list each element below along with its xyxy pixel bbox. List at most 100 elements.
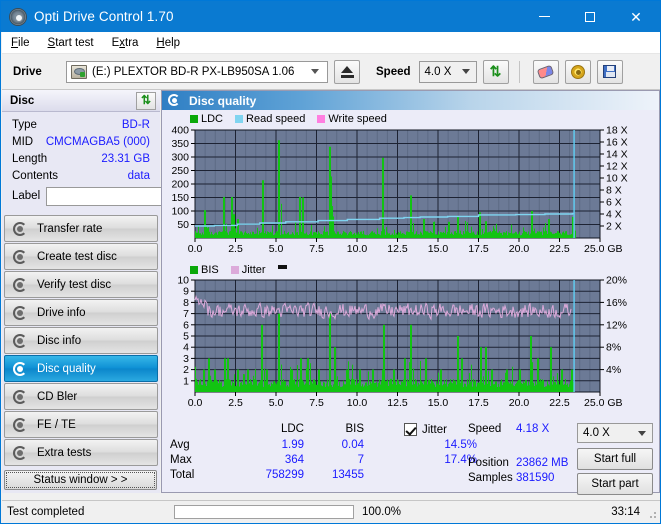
disc-icon [12,333,30,349]
svg-text:17.5: 17.5 [468,397,489,409]
svg-text:200: 200 [171,179,189,191]
svg-text:2: 2 [183,364,189,376]
sidebar-item-label: Disc quality [37,362,96,375]
resize-grip[interactable] [647,509,657,519]
svg-text:8%: 8% [606,342,621,354]
svg-text:20.0: 20.0 [509,243,530,255]
eject-button[interactable] [334,59,360,84]
minimize-button[interactable] [521,1,567,32]
position-value: 23862 MB [516,457,569,469]
sidebar-item-verify-test-disc[interactable]: Verify test disc [4,271,158,298]
maximize-button[interactable] [567,1,613,32]
drive-select[interactable]: (E:) PLEXTOR BD-R PX-LB950SA 1.06 [66,60,328,83]
chart1-canvas: 501001502002503003504002 X4 X6 X8 X10 X1… [171,126,628,255]
svg-text:0.0: 0.0 [188,397,203,409]
svg-text:15.0: 15.0 [428,397,449,409]
eject-icon [341,65,353,73]
disc-row-value: 23.31 GB [101,152,150,165]
results-summary: LDC BIS Jitter Avg 1.99 0.04 14.5% Max 3… [162,421,659,495]
disc-panel-header: Disc ⇅ [2,90,160,112]
refresh-button[interactable]: ⇅ [482,59,509,84]
svg-text:2 X: 2 X [606,221,622,233]
menu-item-extra[interactable]: Extra [103,35,148,51]
svg-text:150: 150 [171,192,189,204]
speed-select[interactable]: 4.0 X [418,60,477,83]
svg-text:5.0: 5.0 [269,397,284,409]
svg-text:25.0 GB: 25.0 GB [584,397,623,409]
ldc-read-speed-chart: LDC Read speed Write speed 50 100 150 200 25… [162,110,659,263]
svg-text:5: 5 [183,331,189,343]
chart2-canvas: 12345678910 4% 8% 12% 16% 20% 0.0 2.5 5.0 7.5 10.0… [177,276,627,409]
toolbar-separator [518,60,520,83]
disc-icon [12,361,30,377]
sidebar-item-label: Drive info [37,306,86,319]
disc-row-key: Type [12,118,37,131]
test-speed-select[interactable]: 4.0 X [577,423,653,443]
svg-text:4 X: 4 X [606,209,622,221]
menu-item-help[interactable]: Help [147,35,189,51]
svg-text:14 X: 14 X [606,149,628,161]
svg-text:12 X: 12 X [606,161,628,173]
drive-icon [71,64,87,79]
drive-select-value: (E:) PLEXTOR BD-R PX-LB950SA 1.06 [92,65,295,78]
sidebar-item-disc-quality[interactable]: Disc quality [4,355,158,382]
jitter-checkbox[interactable] [404,423,417,436]
speed-select-value: 4.0 X [424,65,452,78]
svg-text:2.5: 2.5 [228,243,243,255]
sidebar-item-label: Create test disc [37,250,117,263]
svg-text:6: 6 [183,319,189,331]
svg-text:12.5: 12.5 [387,243,408,255]
disc-row-value: BD-R [121,118,150,131]
close-button[interactable]: ✕ [613,1,659,32]
disc-icon [12,445,30,461]
chevron-down-icon [638,430,646,436]
jitter-label: Jitter [422,423,447,436]
sidebar-item-fe-te[interactable]: FE / TE [4,411,158,438]
settings-button[interactable] [564,59,591,84]
max-jitter-value: 17.4% [444,454,477,466]
sidebar-item-create-test-disc[interactable]: Create test disc [4,243,158,270]
menu-item-start-test[interactable]: Start test [39,35,103,51]
disc-row-key: Contents [12,169,59,182]
save-button[interactable] [596,59,623,84]
position-label: Position [468,457,509,469]
svg-text:300: 300 [171,152,189,164]
legend-swatch-marker [277,264,287,269]
svg-text:20.0: 20.0 [509,397,530,409]
disc-icon [12,389,30,405]
svg-text:10: 10 [177,276,189,287]
svg-text:17.5: 17.5 [468,243,489,255]
disc-icon [12,417,30,433]
application-window: Opti Drive Control 1.70 ✕ File Start tes… [0,0,661,524]
svg-text:18 X: 18 X [606,126,628,137]
sidebar-item-label: Transfer rate [37,222,103,235]
svg-text:10.0: 10.0 [347,397,368,409]
legend-swatch-ldc [190,114,198,123]
svg-text:3: 3 [183,353,189,365]
refresh-icon: ⇅ [489,63,502,79]
label-caption: Label [12,190,41,202]
disc-row-type: Type BD-R [2,116,160,133]
menu-item-file[interactable]: File [2,35,39,51]
disc-icon [168,94,182,107]
disc-refresh-button[interactable]: ⇅ [136,91,156,110]
status-window-button[interactable]: Status window > > [4,470,157,490]
legend-label-write-speed: Write speed [328,112,387,125]
sidebar-item-disc-info[interactable]: Disc info [4,327,158,354]
erase-button[interactable] [532,59,559,84]
start-full-button[interactable]: Start full [577,448,653,470]
svg-text:10.0: 10.0 [347,243,368,255]
svg-text:6 X: 6 X [606,197,622,209]
sidebar-item-transfer-rate[interactable]: Transfer rate [4,215,158,242]
sidebar-item-cd-bler[interactable]: CD Bler [4,383,158,410]
legend-label-jitter: Jitter [241,263,266,276]
max-ldc-value: 364 [284,454,304,466]
chart2-legend: BIS Jitter [190,263,287,276]
sidebar-item-drive-info[interactable]: Drive info [4,299,158,326]
status-bar: Test completed 100.0% 33:14 [2,500,660,522]
svg-text:4: 4 [183,342,189,354]
svg-text:8: 8 [183,297,189,309]
start-part-button[interactable]: Start part [577,473,653,495]
sidebar-item-extra-tests[interactable]: Extra tests [4,439,158,466]
menu-bar: File Start test Extra Help [2,32,660,54]
